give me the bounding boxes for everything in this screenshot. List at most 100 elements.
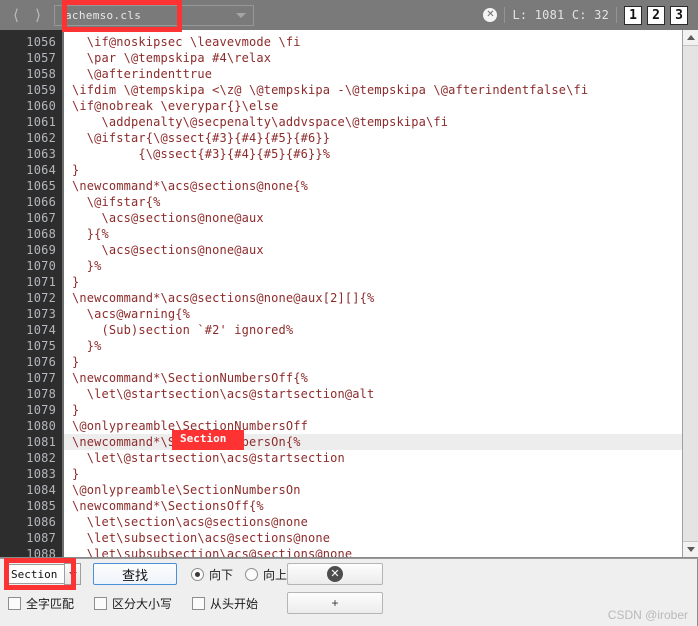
checkbox-from-start[interactable]: 从头开始	[192, 595, 258, 612]
find-bar: 查找 向下 向上 全字匹配 区分大小写	[0, 558, 698, 626]
code-line[interactable]: \ifdim \@tempskipa <\z@ \@tempskipa -\@t…	[64, 82, 682, 98]
code-line[interactable]: }%	[64, 258, 682, 274]
line-number: 1056	[26, 35, 56, 49]
code-line[interactable]: }	[64, 274, 682, 290]
code-line[interactable]: \@ifstar{\@ssect{#3}{#4}{#5}{#6}}	[64, 130, 682, 146]
line-number: 1084	[26, 483, 56, 497]
line-number: 1074	[26, 323, 56, 337]
search-options-group: 全字匹配 区分大小写 从头开始	[8, 595, 258, 612]
code-line[interactable]: \let\subsubsection\acs@sections@none	[64, 546, 682, 557]
code-line[interactable]: \@afterindenttrue	[64, 66, 682, 82]
toolbar-right-group: ✕ L: 1081 C: 32 1 2 3	[483, 5, 692, 25]
chevron-down-icon	[68, 571, 77, 577]
filename-label: achemso.cls	[65, 8, 142, 22]
line-number: 1065	[26, 179, 56, 193]
radio-direction-up[interactable]: 向上	[245, 566, 287, 583]
line-number: 1075	[26, 339, 56, 353]
line-number: 1076	[26, 355, 56, 369]
code-line[interactable]: }	[64, 162, 682, 178]
code-line[interactable]: }	[64, 402, 682, 418]
top-toolbar: ⟨ ⟩ achemso.cls ✕ L: 1081 C: 32 1 2 3	[0, 0, 698, 30]
line-number: 1087	[26, 531, 56, 545]
code-line[interactable]: \let\@startsection\acs@startsection@alt	[64, 386, 682, 402]
code-line[interactable]: }	[64, 354, 682, 370]
code-line[interactable]: \acs@sections@none@aux	[64, 210, 682, 226]
checkbox-whole-word-label: 全字匹配	[26, 596, 75, 611]
view-button-1[interactable]: 1	[624, 5, 642, 25]
line-number: 1061	[26, 115, 56, 129]
code-line[interactable]: \newcommand*\acs@sections@none@aux[2][]{…	[64, 290, 682, 306]
close-find-button[interactable]: ✕	[287, 563, 383, 585]
code-line[interactable]: \acs@warning{%	[64, 306, 682, 322]
search-input[interactable]	[8, 564, 64, 584]
line-number: 1073	[26, 307, 56, 321]
code-line[interactable]: (Sub)section `#2' ignored%	[64, 322, 682, 338]
checkbox-whole-word[interactable]: 全字匹配	[8, 595, 74, 612]
code-line[interactable]: \let\@startsection\acs@startsection	[64, 450, 682, 466]
file-selector[interactable]: achemso.cls	[54, 4, 254, 26]
scroll-down-button[interactable]	[683, 541, 698, 557]
view-button-2[interactable]: 2	[647, 5, 665, 25]
add-button[interactable]: +	[287, 592, 383, 614]
vertical-scrollbar[interactable]	[682, 30, 698, 557]
chevron-left-icon[interactable]: ⟨	[6, 4, 26, 26]
arrow-down-icon	[686, 547, 695, 552]
search-field-group	[8, 563, 81, 585]
code-line[interactable]: \par \@tempskipa #4\relax	[64, 50, 682, 66]
line-number: 1083	[26, 467, 56, 481]
find-button[interactable]: 查找	[93, 563, 177, 585]
code-line[interactable]: }{%	[64, 226, 682, 242]
code-line[interactable]: }%	[64, 338, 682, 354]
line-number: 1085	[26, 499, 56, 513]
radio-selected-icon	[191, 567, 204, 581]
line-number: 1057	[26, 51, 56, 65]
search-history-dropdown[interactable]	[64, 563, 81, 585]
line-number: 1069	[26, 243, 56, 257]
direction-radio-group: 向下 向上	[191, 566, 287, 583]
code-line[interactable]: \if@noskipsec \leavevmode \fi	[64, 34, 682, 50]
chevron-down-icon[interactable]	[236, 13, 246, 18]
checkbox-case-sensitive-label: 区分大小写	[112, 596, 173, 611]
code-line[interactable]: \acs@sections@none@aux	[64, 242, 682, 258]
code-line[interactable]: \newcommand*\SectionsOff{%	[64, 498, 682, 514]
code-line[interactable]: \addpenalty\@secpenalty\addvspace\@temps…	[64, 114, 682, 130]
code-line[interactable]: \let\subsection\acs@sections@none	[64, 530, 682, 546]
line-number: 1071	[26, 275, 56, 289]
code-line[interactable]: \@onlypreamble\SectionNumbersOff	[64, 418, 682, 434]
line-number: 1067	[26, 211, 56, 225]
code-line[interactable]: \let\section\acs@sections@none	[64, 514, 682, 530]
line-number: 1058	[26, 67, 56, 81]
checkbox-from-start-label: 从头开始	[210, 596, 259, 611]
close-circle-icon: ✕	[327, 566, 343, 582]
line-number: 1060	[26, 99, 56, 113]
code-line[interactable]: \if@nobreak \everypar{}\else	[64, 98, 682, 114]
line-number: 1064	[26, 163, 56, 177]
code-line[interactable]: }	[64, 466, 682, 482]
scrollbar-thumb[interactable]	[683, 46, 698, 541]
code-line[interactable]: \@ifstar{%	[64, 194, 682, 210]
checkbox-case-sensitive[interactable]: 区分大小写	[94, 595, 172, 612]
code-line[interactable]: \newcommand*\SectionNumbersOn{%	[64, 434, 682, 450]
line-number: 1059	[26, 83, 56, 97]
code-line[interactable]: \newcommand*\acs@sections@none{%	[64, 178, 682, 194]
editor-area: 1056 1057 1058 1059 1060 1061 1062 1063 1064 1065…	[0, 30, 698, 558]
chevron-right-icon[interactable]: ⟩	[28, 4, 48, 26]
close-circle-icon[interactable]: ✕	[483, 8, 498, 22]
line-number: 1078	[26, 387, 56, 401]
checkbox-icon	[192, 596, 206, 610]
divider	[504, 7, 506, 23]
navigation-buttons: ⟨ ⟩	[6, 4, 48, 26]
arrow-up-icon	[686, 35, 695, 40]
view-button-3[interactable]: 3	[670, 5, 688, 25]
radio-direction-down[interactable]: 向下	[191, 566, 233, 583]
scroll-up-button[interactable]	[683, 30, 698, 46]
code-text-area[interactable]: \if@noskipsec \leavevmode \fi \par \@tem…	[62, 30, 682, 557]
radio-unselected-icon	[245, 567, 259, 581]
line-number: 1068	[26, 227, 56, 241]
view-mode-buttons: 1 2 3	[624, 5, 688, 25]
code-line[interactable]: \@onlypreamble\SectionNumbersOn	[64, 482, 682, 498]
cursor-position-status: L: 1081 C: 32	[512, 8, 609, 22]
code-line[interactable]: {\@ssect{#3}{#4}{#5}{#6}}%	[64, 146, 682, 162]
code-line[interactable]: \newcommand*\SectionNumbersOff{%	[64, 370, 682, 386]
watermark-label: CSDN @irober	[607, 608, 688, 622]
